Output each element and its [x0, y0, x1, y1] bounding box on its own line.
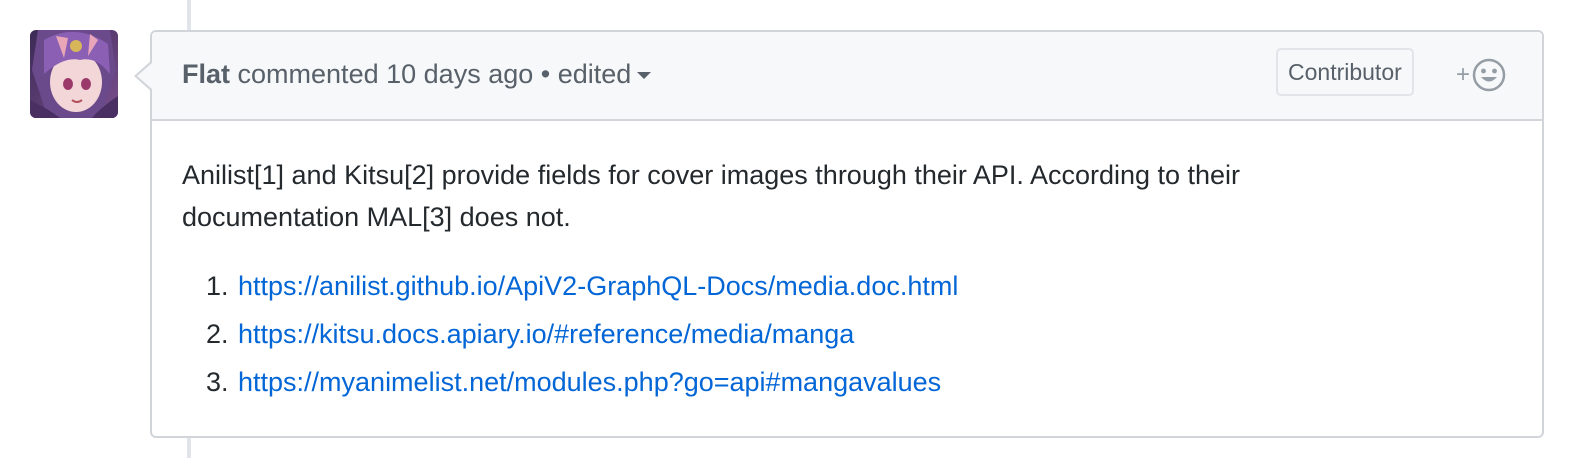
add-reaction-button[interactable]: +	[1456, 58, 1506, 92]
reference-link-anilist[interactable]: https://anilist.github.io/ApiV2-GraphQL-…	[238, 271, 958, 301]
list-number: 3.	[206, 367, 229, 397]
comment-header: Flat commented 10 days ago • edited Cont…	[152, 32, 1542, 121]
reference-link-mal[interactable]: https://myanimelist.net/modules.php?go=a…	[238, 367, 941, 397]
list-item: 3. https://myanimelist.net/modules.php?g…	[206, 358, 1502, 406]
list-item: 1. https://anilist.github.io/ApiV2-Graph…	[206, 262, 1502, 310]
list-number: 2.	[206, 319, 229, 349]
edited-label: edited	[557, 59, 632, 89]
author-name[interactable]: Flat	[182, 59, 230, 89]
meta-separator: •	[540, 59, 551, 89]
author-avatar[interactable]	[30, 30, 118, 118]
comment-body: Anilist[1] and Kitsu[2] provide fields f…	[182, 154, 1502, 406]
contributor-badge: Contributor	[1276, 48, 1414, 96]
plus-icon: +	[1456, 61, 1471, 88]
reference-list: 1. https://anilist.github.io/ApiV2-Graph…	[182, 262, 1502, 406]
smiley-icon	[1472, 58, 1506, 92]
chevron-down-icon	[637, 72, 652, 80]
edited-dropdown[interactable]: edited	[558, 59, 652, 89]
reference-link-kitsu[interactable]: https://kitsu.docs.apiary.io/#reference/…	[238, 319, 854, 349]
avatar-image	[30, 30, 118, 118]
comment-pointer-fill	[137, 62, 153, 90]
list-item: 2. https://kitsu.docs.apiary.io/#referen…	[206, 310, 1502, 358]
comment-action: commented	[237, 59, 379, 89]
comment-meta: Flat commented 10 days ago • edited	[182, 56, 652, 92]
comment-paragraph: Anilist[1] and Kitsu[2] provide fields f…	[182, 160, 1241, 232]
comment-time[interactable]: 10 days ago	[386, 59, 533, 89]
comment-box: Flat commented 10 days ago • edited Cont…	[134, 30, 1544, 438]
list-number: 1.	[206, 271, 229, 301]
